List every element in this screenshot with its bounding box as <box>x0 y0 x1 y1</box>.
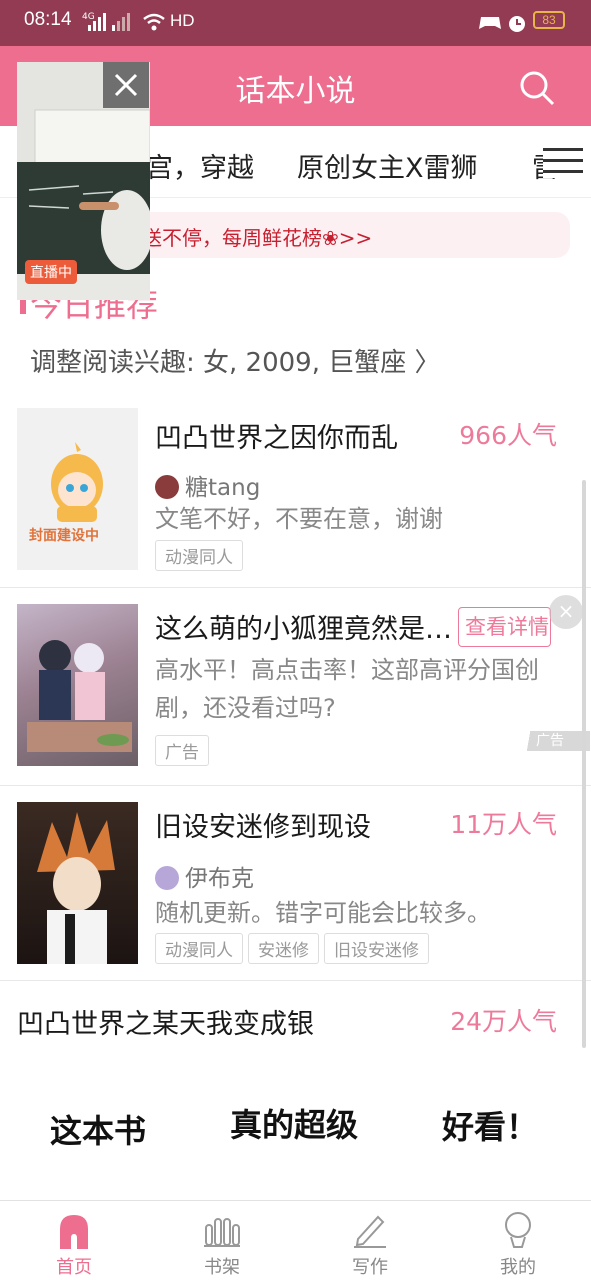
ad-item[interactable]: 这么萌的小狐狸竟然是… 查看详情 × 高水平！高点击率！这部高评分国创剧，还没看… <box>0 589 591 786</box>
author-avatar <box>155 866 179 890</box>
cover-text: 封面建设中 <box>29 528 99 544</box>
author-name: 糖tang <box>155 468 260 502</box>
book-item[interactable]: 旧设安迷修到现设 11万人气 伊布克 随机更新。错字可能会比较多。 动漫同人 安迷… <box>0 787 591 981</box>
pen-icon <box>354 1215 386 1248</box>
nav-profile[interactable]: 我的 <box>444 1201 591 1280</box>
alarm-icon <box>509 16 525 32</box>
battery-indicator: 83 <box>533 11 565 29</box>
nav-write[interactable]: 写作 <box>296 1201 444 1280</box>
nav-label: 书架 <box>204 1257 240 1278</box>
promo-text: 这本书 真的超级 好看！ <box>0 1100 591 1160</box>
video-close-button[interactable] <box>103 62 149 108</box>
clock: 08:14 <box>24 9 72 30</box>
tag-list: 广告 <box>155 735 214 766</box>
status-bar: 08:14 4G HD 83 <box>0 0 591 46</box>
live-video-window[interactable]: 直播中 <box>17 62 150 300</box>
home-icon <box>60 1215 88 1249</box>
tag-list: 动漫同人 <box>155 540 248 571</box>
close-icon <box>114 73 138 97</box>
book-description: 随机更新。错字可能会比较多。 <box>155 899 491 927</box>
game-mode-icon <box>479 17 501 29</box>
book-item[interactable]: 封面建设中 凹凸世界之因你而乱 966人气 糖tang 文笔不好，不要在意，谢谢… <box>0 408 591 588</box>
interest-settings-link[interactable]: 调整阅读兴趣: 女, 2009, 巨蟹座 〉 <box>30 342 441 379</box>
book-cover <box>17 802 138 964</box>
tag-list: 动漫同人 安迷修 旧设安迷修 <box>155 933 434 964</box>
nav-label: 我的 <box>500 1257 536 1278</box>
book-tag: 旧设安迷修 <box>324 933 429 964</box>
category-item[interactable]: 宫，穿越 <box>146 146 254 185</box>
close-icon[interactable]: × <box>549 595 583 629</box>
book-item[interactable]: 凹凸世界之某天我变成银 24万人气 <box>0 982 591 1052</box>
promo-part: 真的超级 <box>230 1106 359 1144</box>
ad-title: 这么萌的小狐狸竟然是… <box>155 614 452 645</box>
bottom-nav: 首页 书架 写作 我的 <box>0 1200 591 1280</box>
book-title: 凹凸世界之某天我变成银 <box>17 1009 314 1040</box>
category-item[interactable]: 原创女主X雷狮 <box>297 146 478 185</box>
notice-text: 送不停，每周鲜花榜❀>> <box>142 226 373 250</box>
popularity-count: 966人气 <box>459 421 557 450</box>
promo-part: 好看！ <box>442 1108 539 1146</box>
search-icon[interactable] <box>517 68 557 108</box>
ad-cover <box>17 604 138 766</box>
nav-label: 写作 <box>352 1257 388 1278</box>
nav-home[interactable]: 首页 <box>0 1201 148 1280</box>
wifi-icon <box>143 13 165 31</box>
author-avatar <box>155 475 179 499</box>
book-tag: 动漫同人 <box>155 540 243 571</box>
book-cover: 封面建设中 <box>17 408 138 570</box>
ad-mark: 广告 <box>520 731 590 751</box>
signal-2-icon <box>112 13 130 31</box>
ad-description: 高水平！高点击率！这部高评分国创剧，还没看过吗? <box>155 656 539 722</box>
scrollbar[interactable] <box>582 480 586 1048</box>
cover-image <box>37 812 115 964</box>
author-name: 伊布克 <box>155 859 254 893</box>
hd-indicator: HD <box>170 11 195 30</box>
ad-cover-image <box>27 640 132 752</box>
cover-placeholder-image <box>51 442 103 522</box>
book-title: 旧设安迷修到现设 <box>155 812 371 843</box>
book-title: 凹凸世界之因你而乱 <box>155 423 398 454</box>
bookshelf-icon <box>204 1218 240 1247</box>
book-tag: 动漫同人 <box>155 933 243 964</box>
view-details-button[interactable]: 查看详情 <box>458 607 551 647</box>
promo-part: 这本书 <box>50 1112 147 1150</box>
book-description: 文笔不好，不要在意，谢谢 <box>155 505 443 533</box>
popularity-count: 11万人气 <box>450 810 557 839</box>
nav-label: 首页 <box>56 1257 92 1278</box>
ad-tag: 广告 <box>155 735 209 766</box>
signal-icon <box>88 13 106 31</box>
menu-icon[interactable] <box>543 148 583 178</box>
book-tag: 安迷修 <box>248 933 319 964</box>
profile-icon <box>505 1212 531 1248</box>
popularity-count: 24万人气 <box>450 1007 557 1036</box>
nav-bookshelf[interactable]: 书架 <box>148 1201 296 1280</box>
live-badge: 直播中 <box>25 260 77 284</box>
